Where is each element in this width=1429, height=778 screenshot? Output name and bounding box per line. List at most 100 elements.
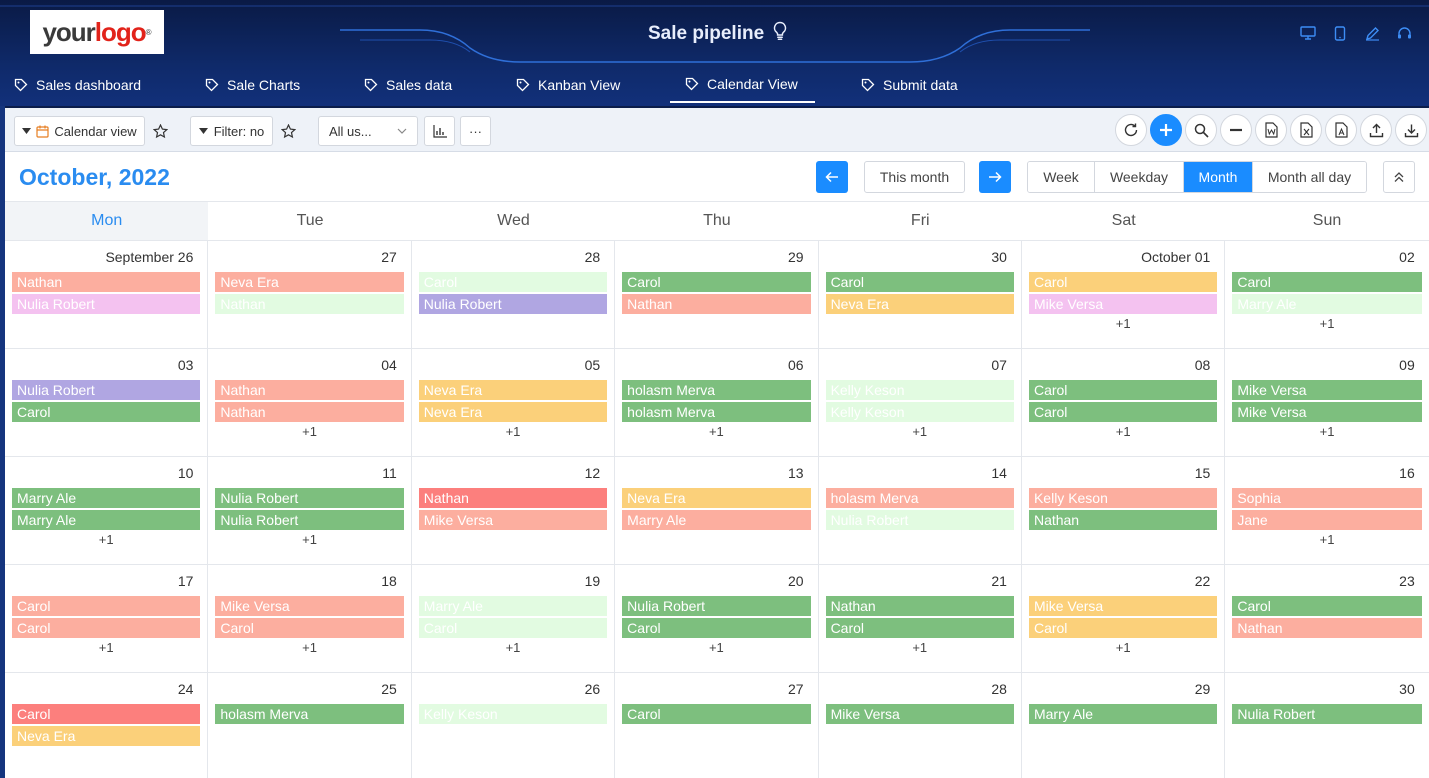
- calendar-event[interactable]: Marry Ale: [1232, 294, 1422, 314]
- more-events-link[interactable]: +1: [208, 424, 410, 439]
- calendar-event[interactable]: Nulia Robert: [825, 510, 1014, 530]
- calendar-event[interactable]: Carol: [622, 704, 811, 724]
- calendar-event[interactable]: Nathan: [215, 380, 404, 400]
- calendar-event[interactable]: Carol: [12, 618, 201, 638]
- monitor-icon[interactable]: [1299, 24, 1317, 42]
- day-cell[interactable]: 30 Carol Neva Era: [819, 241, 1022, 349]
- more-events-link[interactable]: +1: [5, 640, 207, 655]
- calendar-event[interactable]: Nathan: [215, 402, 404, 422]
- more-events-link[interactable]: +1: [819, 424, 1021, 439]
- prev-month-button[interactable]: [816, 161, 848, 193]
- day-cell[interactable]: 20 Nulia Robert Carol +1: [615, 565, 819, 673]
- calendar-event[interactable]: Nulia Robert: [215, 488, 404, 508]
- nav-item-calendar-view[interactable]: Calendar View: [670, 66, 815, 103]
- calendar-event[interactable]: Carol: [825, 272, 1014, 292]
- edit-icon[interactable]: [1363, 24, 1381, 42]
- day-cell[interactable]: 08 Carol Carol +1: [1022, 349, 1226, 457]
- brand-logo[interactable]: your logo ®: [30, 10, 164, 54]
- day-cell[interactable]: 11 Nulia Robert Nulia Robert +1: [208, 457, 412, 565]
- more-events-link[interactable]: +1: [1225, 424, 1428, 439]
- calendar-event[interactable]: holasm Merva: [825, 488, 1014, 508]
- calendar-event[interactable]: Carol: [1232, 596, 1422, 616]
- calendar-event[interactable]: Nulia Robert: [418, 294, 608, 314]
- calendar-event[interactable]: Nathan: [622, 294, 811, 314]
- day-cell[interactable]: 24 Carol Neva Era: [5, 673, 209, 778]
- calendar-event[interactable]: Neva Era: [825, 294, 1014, 314]
- day-cell[interactable]: 14 holasm Merva Nulia Robert: [819, 457, 1022, 565]
- day-cell[interactable]: 28 Carol Nulia Robert: [412, 241, 616, 349]
- day-cell[interactable]: 22 Mike Versa Carol +1: [1022, 565, 1226, 673]
- day-cell[interactable]: 10 Marry Ale Marry Ale +1: [5, 457, 209, 565]
- more-events-link[interactable]: +1: [1022, 424, 1224, 439]
- calendar-event[interactable]: Carol: [12, 596, 201, 616]
- day-cell[interactable]: 15 Kelly Keson Nathan: [1022, 457, 1226, 565]
- calendar-event[interactable]: Mike Versa: [418, 510, 608, 530]
- calendar-event[interactable]: Neva Era: [622, 488, 811, 508]
- users-select[interactable]: All us...: [318, 116, 418, 146]
- nav-item-sale-charts[interactable]: Sale Charts: [205, 66, 300, 103]
- calendar-event[interactable]: Marry Ale: [12, 510, 201, 530]
- calendar-event[interactable]: Nulia Robert: [1232, 704, 1422, 724]
- calendar-event[interactable]: Mike Versa: [1232, 402, 1422, 422]
- calendar-event[interactable]: Kelly Keson: [825, 402, 1014, 422]
- more-events-link[interactable]: +1: [1022, 316, 1224, 331]
- more-events-link[interactable]: +1: [615, 640, 817, 655]
- view-month-button[interactable]: Month: [1184, 162, 1253, 192]
- calendar-event[interactable]: Carol: [1028, 402, 1218, 422]
- download-button[interactable]: [1395, 114, 1427, 146]
- calendar-event[interactable]: Mike Versa: [1028, 294, 1218, 314]
- view-month-all-day-button[interactable]: Month all day: [1253, 162, 1366, 192]
- view-weekday-button[interactable]: Weekday: [1095, 162, 1184, 192]
- day-cell[interactable]: 18 Mike Versa Carol +1: [208, 565, 412, 673]
- calendar-event[interactable]: Carol: [12, 704, 201, 724]
- export-excel-button[interactable]: [1290, 114, 1322, 146]
- calendar-event[interactable]: Carol: [418, 618, 608, 638]
- calendar-event[interactable]: Nathan: [12, 272, 201, 292]
- calendar-event[interactable]: Carol: [1028, 380, 1218, 400]
- day-cell[interactable]: 07 Kelly Keson Kelly Keson +1: [819, 349, 1022, 457]
- calendar-event[interactable]: Carol: [12, 402, 201, 422]
- calendar-event[interactable]: Neva Era: [12, 726, 201, 746]
- day-cell[interactable]: September 26 Nathan Nulia Robert: [5, 241, 209, 349]
- day-cell[interactable]: 27 Neva Era Nathan: [208, 241, 412, 349]
- calendar-event[interactable]: Carol: [1028, 618, 1218, 638]
- calendar-event[interactable]: Neva Era: [418, 380, 608, 400]
- calendar-event[interactable]: Neva Era: [418, 402, 608, 422]
- nav-item-submit-data[interactable]: Submit data: [861, 66, 958, 103]
- more-events-link[interactable]: +1: [208, 640, 410, 655]
- calendar-event[interactable]: Carol: [215, 618, 404, 638]
- calendar-event[interactable]: Carol: [418, 272, 608, 292]
- calendar-event[interactable]: Mike Versa: [1232, 380, 1422, 400]
- day-cell[interactable]: 28 Mike Versa: [819, 673, 1022, 778]
- more-events-link[interactable]: +1: [1225, 316, 1428, 331]
- day-cell[interactable]: 16 Sophia Jane +1: [1225, 457, 1428, 565]
- calendar-event[interactable]: Nulia Robert: [12, 380, 201, 400]
- calendar-event[interactable]: Mike Versa: [1028, 596, 1218, 616]
- next-month-button[interactable]: [979, 161, 1011, 193]
- calendar-event[interactable]: Carol: [622, 272, 811, 292]
- calendar-event[interactable]: Mike Versa: [215, 596, 404, 616]
- calendar-event[interactable]: Marry Ale: [418, 596, 608, 616]
- headset-icon[interactable]: [1395, 24, 1413, 42]
- calendar-event[interactable]: Nulia Robert: [12, 294, 201, 314]
- remove-button[interactable]: [1220, 114, 1252, 146]
- day-cell[interactable]: 29 Carol Nathan: [615, 241, 819, 349]
- calendar-event[interactable]: Carol: [1232, 272, 1422, 292]
- day-cell[interactable]: 29 Marry Ale: [1022, 673, 1226, 778]
- nav-item-sales-dashboard[interactable]: Sales dashboard: [14, 66, 141, 103]
- more-events-link[interactable]: +1: [412, 424, 614, 439]
- day-cell[interactable]: 04 Nathan Nathan +1: [208, 349, 412, 457]
- day-cell[interactable]: 02 Carol Marry Ale +1: [1225, 241, 1428, 349]
- calendar-event[interactable]: Nathan: [215, 294, 404, 314]
- day-cell[interactable]: 23 Carol Nathan: [1225, 565, 1428, 673]
- day-cell[interactable]: 06 holasm Merva holasm Merva +1: [615, 349, 819, 457]
- day-cell[interactable]: 09 Mike Versa Mike Versa +1: [1225, 349, 1428, 457]
- filter-selector[interactable]: Filter: no: [190, 116, 273, 146]
- calendar-event[interactable]: Kelly Keson: [1028, 488, 1218, 508]
- day-cell[interactable]: 03 Nulia Robert Carol: [5, 349, 209, 457]
- calendar-event[interactable]: Kelly Keson: [418, 704, 608, 724]
- nav-item-kanban-view[interactable]: Kanban View: [516, 66, 620, 103]
- calendar-event[interactable]: Nathan: [825, 596, 1014, 616]
- calendar-event[interactable]: holasm Merva: [622, 380, 811, 400]
- refresh-button[interactable]: [1115, 114, 1147, 146]
